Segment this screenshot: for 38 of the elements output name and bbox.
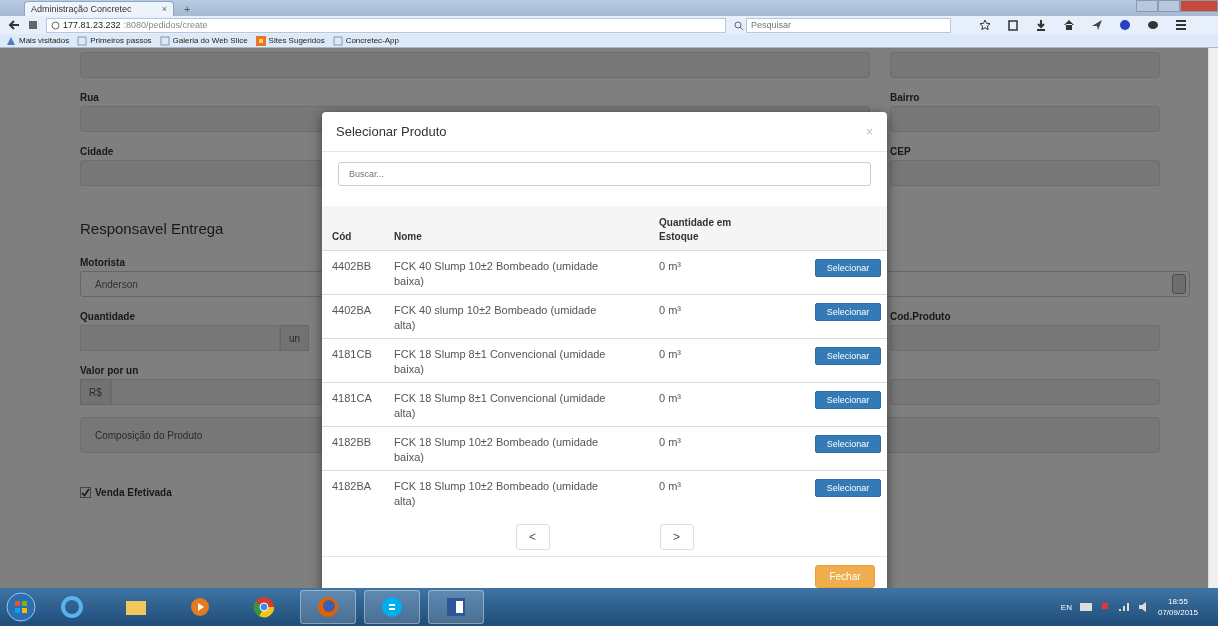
url-path: :8080/pedidos/create <box>123 20 208 30</box>
table-cell-text: 4182BB <box>332 435 373 450</box>
table-cell-text: 4182BA <box>332 479 373 494</box>
table-cell-text: 4402BA <box>332 303 373 318</box>
table-cell-text: 4181CA <box>332 391 373 406</box>
table-cell-text: FCK 18 Slump 10±2 Bombeado (umidade baixa) <box>394 435 600 465</box>
column-header: Cód <box>332 230 353 244</box>
field-label: Cod.Produto <box>890 310 951 324</box>
field-label: Quantidade <box>80 310 135 324</box>
field-label: Bairro <box>890 91 920 105</box>
tab-title: Administração Concretec <box>31 4 133 14</box>
dialog-title: Selecionar Produto <box>336 124 447 139</box>
field-label: Cidade <box>80 145 114 159</box>
table-cell-text: 4181CB <box>332 347 373 362</box>
table-cell-text: FCK 40 Slump 10±2 Bombeado (umidade baixa) <box>394 259 600 289</box>
field-label: Motorista <box>80 256 125 270</box>
checkbox-label: Venda Efetivada <box>95 487 172 498</box>
table-cell-text: 4402BB <box>332 259 373 274</box>
select-value: Anderson <box>95 278 138 290</box>
field-label: Valor por un <box>80 364 139 378</box>
table-cell-text: FCK 40 slump 10±2 Bombeado (umidade alta) <box>394 303 598 333</box>
column-header: Quantidade em Estoque <box>659 216 733 244</box>
table-cell-text: 0 m³ <box>659 435 682 450</box>
table-cell-text: FCK 18 Slump 8±1 Convencional (umidade alta) <box>394 391 607 421</box>
table-cell-text: FCK 18 Slump 10±2 Bombeado (umidade alta) <box>394 479 600 509</box>
table-cell-text: 0 m³ <box>659 391 682 406</box>
table-cell-text: FCK 18 Slump 8±1 Convencional (umidade baixa) <box>394 347 607 377</box>
currency-addon: R$ <box>80 379 111 405</box>
column-header: Nome <box>394 230 423 244</box>
table-cell-text: 0 m³ <box>659 479 682 494</box>
url-host: 177.81.23.232 <box>63 20 121 30</box>
table-cell-text: 0 m³ <box>659 303 682 318</box>
table-cell-text: 0 m³ <box>659 347 682 362</box>
section-heading: Responsavel Entrega <box>80 220 224 237</box>
unit-addon: un <box>280 325 310 351</box>
table-cell-text: 0 m³ <box>659 259 682 274</box>
field-label: CEP <box>890 145 911 159</box>
field-label: Rua <box>80 91 99 105</box>
